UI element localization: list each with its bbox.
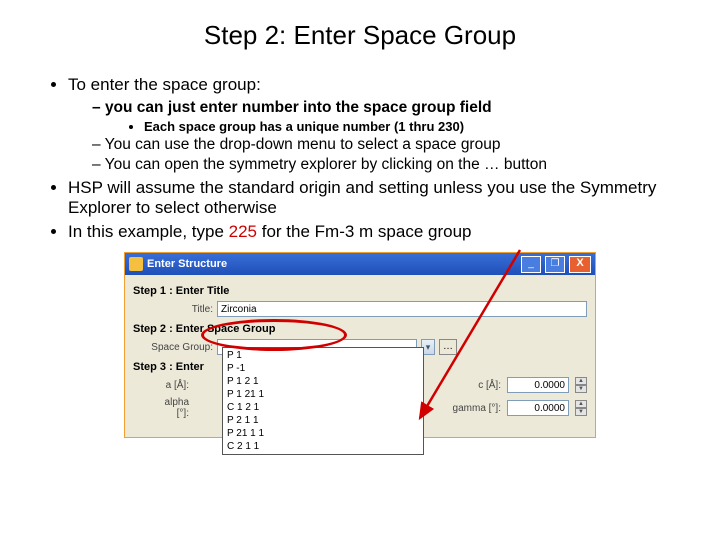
sg-option[interactable]: C 2 1 1 <box>223 440 423 453</box>
bullet-3: In this example, type 225 for the Fm-3 m… <box>68 222 680 242</box>
step2-label: Step 2 : Enter Space Group <box>133 323 587 335</box>
bullet-2: HSP will assume the standard origin and … <box>68 178 680 218</box>
sg-option[interactable]: P 1 <box>223 349 423 362</box>
sg-option[interactable]: P 2 1 1 <box>223 414 423 427</box>
title-input[interactable]: Zirconia <box>217 301 587 317</box>
sg-option[interactable]: P 21 1 1 <box>223 427 423 440</box>
c-label: c [Å]: <box>463 380 501 391</box>
c-spinner[interactable]: ▲▼ <box>575 377 587 393</box>
space-group-label: Space Group: <box>151 342 213 353</box>
gamma-input[interactable]: 0.0000 <box>507 400 569 416</box>
gamma-spinner[interactable]: ▲▼ <box>575 400 587 416</box>
symmetry-explorer-button[interactable]: … <box>439 339 457 355</box>
minimize-button[interactable]: _ <box>521 256 541 273</box>
title-field-label: Title: <box>151 304 213 315</box>
bullet-1a1: Each space group has a unique number (1 … <box>144 119 680 134</box>
maximize-button[interactable]: ❐ <box>545 256 565 273</box>
bullet-1a: you can just enter number into the space… <box>92 99 680 134</box>
gamma-label: gamma [°]: <box>451 403 501 414</box>
app-icon <box>129 257 143 271</box>
a-label: a [Å]: <box>151 380 189 391</box>
sg-option[interactable]: P 1 21 1 <box>223 388 423 401</box>
sg-option[interactable]: C 1 2 1 <box>223 401 423 414</box>
alpha-label: alpha [°]: <box>151 397 189 419</box>
sg-option[interactable]: P -1 <box>223 362 423 375</box>
bullet-1: To enter the space group: you can just e… <box>68 75 680 174</box>
titlebar: Enter Structure _ ❐ X <box>125 253 595 275</box>
bullet-3-post: for the Fm-3 m space group <box>257 222 471 241</box>
slide-title: Step 2: Enter Space Group <box>40 20 680 51</box>
bullet-3-num: 225 <box>229 222 257 241</box>
step1-label: Step 1 : Enter Title <box>133 285 587 297</box>
bullet-1-text: To enter the space group: <box>68 75 261 94</box>
dialog-window: Enter Structure _ ❐ X Step 1 : Enter Tit… <box>124 252 596 438</box>
space-group-dropdown-list[interactable]: P 1 P -1 P 1 2 1 P 1 21 1 C 1 2 1 P 2 1 … <box>222 347 424 455</box>
bullet-1c: You can open the symmetry explorer by cl… <box>92 156 680 174</box>
bullet-1b: You can use the drop-down menu to select… <box>92 136 680 154</box>
bullet-list: To enter the space group: you can just e… <box>40 75 680 242</box>
c-input[interactable]: 0.0000 <box>507 377 569 393</box>
close-button[interactable]: X <box>569 256 591 273</box>
window-title: Enter Structure <box>147 258 227 270</box>
sg-option[interactable]: P 1 2 1 <box>223 375 423 388</box>
bullet-3-pre: In this example, type <box>68 222 229 241</box>
